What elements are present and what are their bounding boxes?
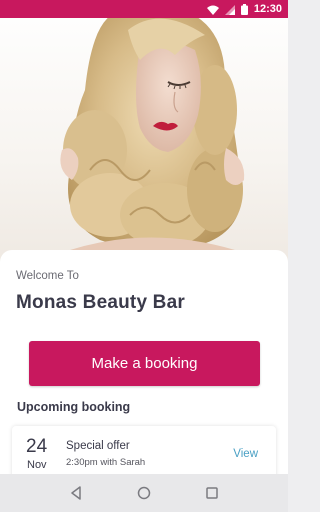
booking-month: Nov [27, 459, 47, 471]
status-time: 12:30 [253, 3, 282, 15]
booking-subtitle: 2:30pm with Sarah [66, 457, 146, 468]
battery-icon [240, 0, 248, 19]
welcome-label: Welcome To [16, 270, 79, 282]
signal-icon [224, 0, 235, 19]
wifi-icon [206, 0, 219, 19]
hero-photo [0, 0, 288, 265]
salon-name: Monas Beauty Bar [16, 292, 185, 313]
welcome-card: Welcome To Monas Beauty Bar Make a booki… [0, 250, 288, 486]
status-bar: 12:30 [0, 0, 288, 18]
booking-title: Special offer [66, 440, 130, 452]
make-booking-button[interactable]: Make a booking [29, 341, 260, 386]
back-icon[interactable] [61, 478, 91, 508]
navigation-bar [0, 474, 288, 512]
upcoming-booking-title: Upcoming booking [17, 400, 131, 414]
booking-day: 24 [26, 436, 48, 457]
recents-icon[interactable] [197, 478, 227, 508]
view-booking-link[interactable]: View [233, 448, 258, 460]
home-icon[interactable] [129, 478, 159, 508]
